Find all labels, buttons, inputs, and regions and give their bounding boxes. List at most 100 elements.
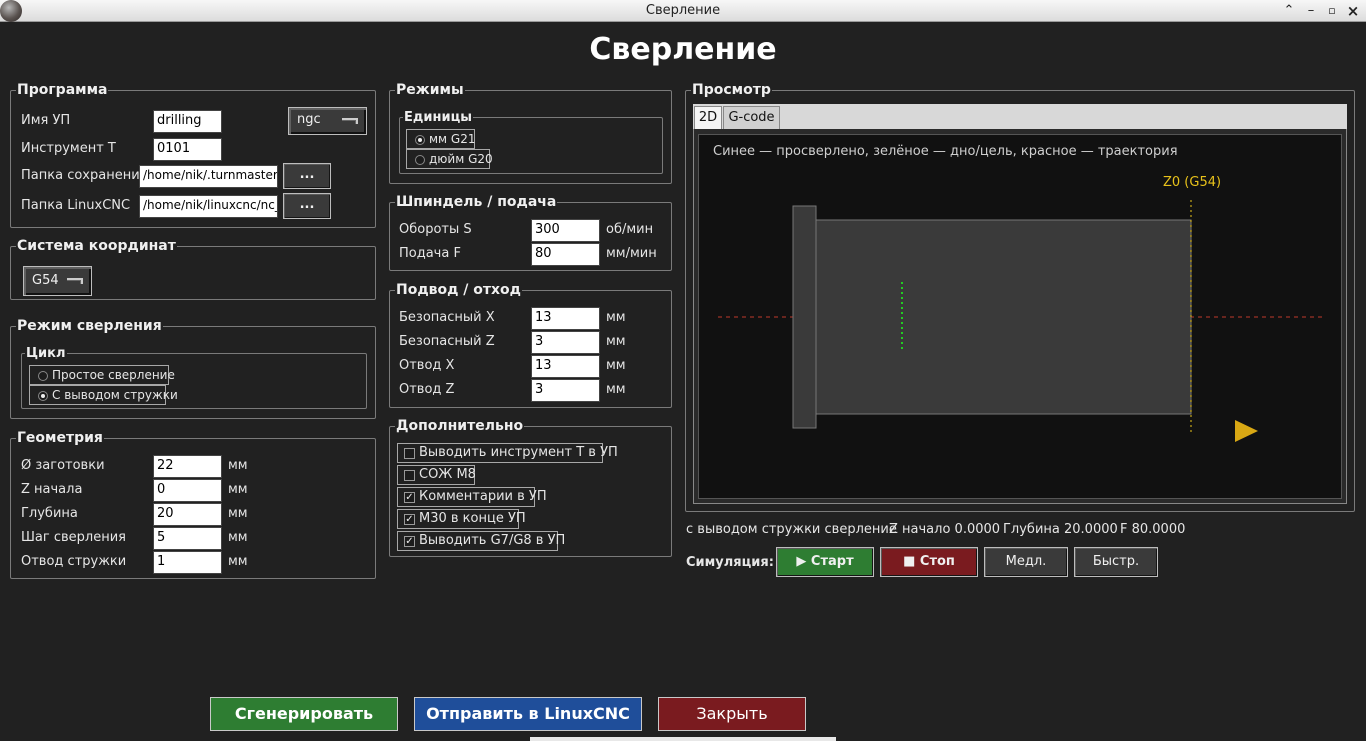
geometry-unit: мм [228, 530, 248, 545]
geometry-label: Отвод стружки [21, 554, 127, 569]
radio-inch-indicator [415, 155, 425, 165]
approach-input[interactable]: 13 [531, 355, 600, 378]
extra-option-label: Комментарии в УП [419, 489, 547, 504]
checkbox-checked-icon: ✓ [404, 536, 415, 547]
window-restore-icon[interactable]: ▫ [1323, 2, 1341, 20]
extra-option-label: Выводить инструмент T в УП [419, 445, 618, 460]
spindle-input[interactable]: 80 [531, 243, 600, 266]
page-title: Сверление [589, 32, 777, 67]
cycle-group-label: Цикл [25, 346, 67, 361]
geometry-input[interactable]: 1 [153, 551, 222, 574]
geometry-input[interactable]: 5 [153, 527, 222, 550]
coords-select[interactable]: G54 [23, 266, 92, 296]
units-inch-radio[interactable]: дюйм G20 [406, 149, 493, 169]
dropdown-arrow-icon [342, 118, 358, 124]
geometry-input[interactable]: 0 [153, 479, 222, 502]
preview-tabbar [693, 104, 1347, 129]
window-maximize-up-icon[interactable]: ⌃ [1280, 2, 1298, 20]
program-extension-select[interactable]: ngc [288, 107, 367, 135]
geometry-input[interactable]: 20 [153, 503, 222, 526]
tab-gcode[interactable]: G-code [723, 106, 780, 129]
save-dir-input[interactable]: /home/nik/.turnmaster/ge [139, 165, 278, 188]
spindle-label: Подача F [399, 246, 461, 261]
approach-unit: мм [606, 382, 626, 397]
program-group-label: Программа [16, 82, 109, 98]
radio-peck-indicator [38, 391, 48, 401]
spindle-unit: мм/мин [606, 246, 657, 261]
cycle-simple-label: Простое сверление [52, 368, 175, 382]
tool-input[interactable]: 0101 [153, 138, 222, 161]
z0-label: Z0 (G54) [1163, 175, 1222, 190]
extra-option-checkbox[interactable]: Выводить инструмент T в УП [397, 443, 618, 463]
bottom-scroll-indicator [530, 737, 836, 741]
tool-label: Инструмент T [21, 141, 116, 156]
geometry-label: Z начала [21, 482, 83, 497]
preview-group-label: Просмотр [691, 82, 772, 98]
spindle-unit: об/мин [606, 222, 654, 237]
units-mm-radio[interactable]: мм G21 [406, 129, 476, 149]
approach-label: Отвод Z [399, 382, 455, 397]
window-close-icon[interactable]: × [1344, 2, 1362, 20]
spindle-label: Обороты S [399, 222, 472, 237]
approach-label: Безопасный Z [399, 334, 495, 349]
checkbox-unchecked-icon [404, 448, 415, 459]
approach-label: Безопасный X [399, 310, 495, 325]
extra-option-checkbox[interactable]: ✓ M30 в конце УП [397, 509, 526, 529]
approach-group-label: Подвод / отход [395, 282, 522, 298]
radio-simple-indicator [38, 371, 48, 381]
sim-stop-button[interactable]: ■ Стоп [880, 547, 978, 577]
send-linuxcnc-button[interactable]: Отправить в LinuxCNC [414, 697, 642, 731]
spindle-group-label: Шпиндель / подача [395, 194, 558, 210]
geometry-unit: мм [228, 506, 248, 521]
generate-button[interactable]: Сгенерировать [210, 697, 398, 731]
geometry-group-label: Геометрия [16, 430, 104, 446]
sim-fast-button[interactable]: Быстр. [1074, 547, 1158, 577]
geometry-input[interactable]: 22 [153, 455, 222, 478]
geometry-unit: мм [228, 554, 248, 569]
linuxcnc-dir-input[interactable]: /home/nik/linuxcnc/nc_fil [139, 195, 278, 218]
status-mode: с выводом стружки сверление [686, 522, 897, 537]
approach-label: Отвод X [399, 358, 455, 373]
save-dir-browse-button[interactable]: ... [283, 163, 331, 189]
units-group-label: Единицы [403, 110, 473, 125]
extra-option-checkbox[interactable]: СОЖ M8 [397, 465, 476, 485]
tab-2d[interactable]: 2D [694, 106, 722, 129]
linuxcnc-dir-browse-button[interactable]: ... [283, 193, 331, 219]
cycle-peck-radio[interactable]: С выводом стружки [29, 385, 178, 405]
checkbox-unchecked-icon [404, 470, 415, 481]
dropdown-arrow-icon [67, 278, 83, 284]
program-name-label: Имя УП [21, 113, 71, 128]
approach-input[interactable]: 3 [531, 331, 600, 354]
checkbox-checked-icon: ✓ [404, 514, 415, 525]
extra-option-label: СОЖ M8 [419, 467, 476, 482]
stock-workpiece [815, 219, 1192, 415]
spindle-input[interactable]: 300 [531, 219, 600, 242]
extra-option-checkbox[interactable]: ✓ Комментарии в УП [397, 487, 547, 507]
extra-option-checkbox[interactable]: ✓ Выводить G7/G8 в УП [397, 531, 565, 551]
tool-marker-icon [1235, 420, 1258, 442]
approach-input[interactable]: 3 [531, 379, 600, 402]
cycle-simple-radio[interactable]: Простое сверление [29, 365, 175, 385]
coords-group-label: Система координат [16, 238, 177, 254]
window-minimize-icon[interactable]: – [1302, 2, 1320, 20]
approach-unit: мм [606, 358, 626, 373]
close-button[interactable]: Закрыть [658, 697, 806, 731]
status-z-start: Z начало 0.0000 [889, 522, 1001, 537]
extra-option-label: Выводить G7/G8 в УП [419, 533, 566, 548]
extra-group-label: Дополнительно [395, 418, 525, 434]
chuck-jaw [792, 205, 817, 429]
sim-slow-button[interactable]: Медл. [984, 547, 1068, 577]
geometry-label: Ø заготовки [21, 458, 105, 473]
sim-start-button[interactable]: ▶ Старт [776, 547, 874, 577]
approach-unit: мм [606, 334, 626, 349]
window-titlebar: Сверление ⌃ – ▫ × [0, 0, 1366, 22]
program-name-input[interactable]: drilling [153, 110, 222, 133]
geometry-unit: мм [228, 458, 248, 473]
save-dir-label: Папка сохранения [21, 168, 148, 183]
program-extension-value: ngc [297, 112, 321, 127]
geometry-unit: мм [228, 482, 248, 497]
status-feed: F 80.0000 [1120, 522, 1186, 537]
window-title: Сверление [645, 3, 721, 18]
radio-mm-indicator [415, 135, 425, 145]
approach-input[interactable]: 13 [531, 307, 600, 330]
